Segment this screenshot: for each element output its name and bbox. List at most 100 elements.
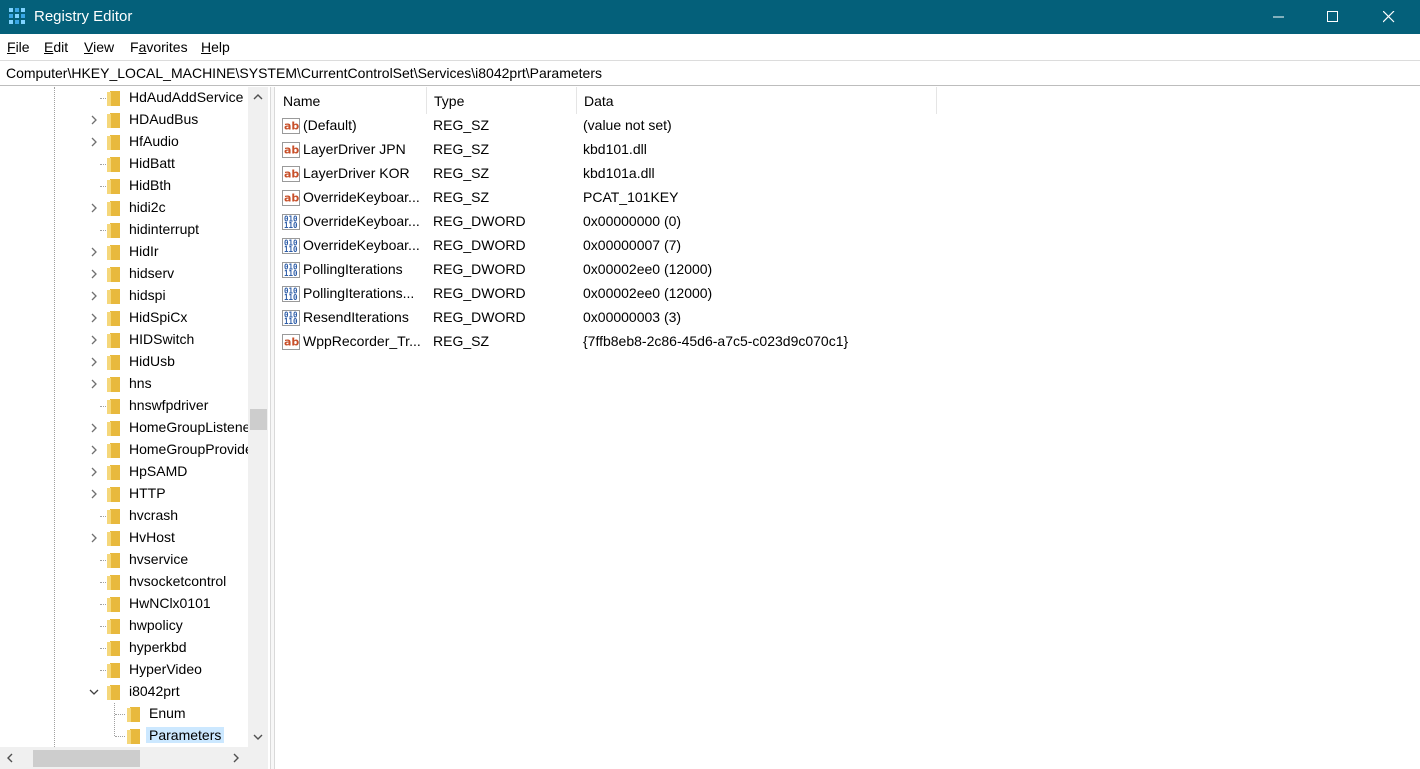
close-button[interactable] (1366, 0, 1412, 34)
tree-item[interactable]: HwNClx0101 (0, 593, 248, 615)
scroll-right-button[interactable] (228, 750, 244, 766)
tree-item-label[interactable]: HidSpiCx (126, 309, 190, 325)
tree-item-label[interactable]: hidspi (126, 287, 169, 303)
expand-chevron-icon[interactable] (89, 335, 99, 345)
expand-chevron-icon[interactable] (89, 445, 99, 455)
tree-item-label[interactable]: HpSAMD (126, 463, 190, 479)
tree-item-label[interactable]: HfAudio (126, 133, 182, 149)
tree-item-label[interactable]: hidinterrupt (126, 221, 202, 237)
menu-favorites[interactable]: Favorites (130, 39, 188, 55)
scroll-up-button[interactable] (250, 89, 266, 105)
tree-horizontal-scroll-thumb[interactable] (33, 750, 140, 767)
value-row[interactable]: 010 110 PollingIterations... REG_DWORD 0x000… (276, 282, 1420, 306)
tree-item[interactable]: HdAudAddService (0, 87, 248, 109)
tree-item-label[interactable]: HvHost (126, 529, 178, 545)
expand-chevron-icon[interactable] (89, 357, 99, 367)
tree-item[interactable]: hvcrash (0, 505, 248, 527)
tree-item-label[interactable]: hns (126, 375, 155, 391)
tree-item-label[interactable]: HDAudBus (126, 111, 201, 127)
value-row[interactable]: ab OverrideKeyboar... REG_SZ PCAT_101KEY (276, 186, 1420, 210)
tree-item[interactable]: Parameters (0, 725, 248, 747)
menu-view[interactable]: View (84, 39, 114, 55)
tree-item-label[interactable]: hvsocketcontrol (126, 573, 229, 589)
address-path[interactable]: Computer\HKEY_LOCAL_MACHINE\SYSTEM\Curre… (6, 65, 602, 81)
scroll-left-button[interactable] (2, 750, 18, 766)
menu-file[interactable]: File (7, 39, 30, 55)
tree-item[interactable]: HyperVideo (0, 659, 248, 681)
tree-item[interactable]: HidIr (0, 241, 248, 263)
tree-item[interactable]: HidUsb (0, 351, 248, 373)
address-bar[interactable]: Computer\HKEY_LOCAL_MACHINE\SYSTEM\Curre… (0, 60, 1420, 86)
scroll-down-button[interactable] (250, 729, 266, 745)
tree-item-label[interactable]: HidBatt (126, 155, 178, 171)
tree-item-label[interactable]: hwpolicy (126, 617, 186, 633)
tree-vertical-scrollbar[interactable] (248, 87, 268, 747)
tree-item[interactable]: hnswfpdriver (0, 395, 248, 417)
expand-chevron-icon[interactable] (89, 467, 99, 477)
tree-item[interactable]: HidBth (0, 175, 248, 197)
column-header-type[interactable]: Type (427, 87, 577, 114)
expand-chevron-icon[interactable] (89, 489, 99, 499)
tree-item[interactable]: HidBatt (0, 153, 248, 175)
tree-item[interactable]: hyperkbd (0, 637, 248, 659)
maximize-button[interactable] (1310, 0, 1356, 34)
value-row[interactable]: ab LayerDriver KOR REG_SZ kbd101a.dll (276, 162, 1420, 186)
expand-chevron-icon[interactable] (89, 269, 99, 279)
tree-item[interactable]: hwpolicy (0, 615, 248, 637)
tree-item[interactable]: HvHost (0, 527, 248, 549)
tree-item[interactable]: HidSpiCx (0, 307, 248, 329)
tree-item[interactable]: HDAudBus (0, 109, 248, 131)
menu-edit[interactable]: Edit (44, 39, 68, 55)
value-row[interactable]: 010 110 ResendIterations REG_DWORD 0x0000000… (276, 306, 1420, 330)
tree-item-label-selected[interactable]: Parameters (146, 727, 225, 743)
tree-item[interactable]: hidinterrupt (0, 219, 248, 241)
tree-item[interactable]: HfAudio (0, 131, 248, 153)
value-row[interactable]: 010 110 OverrideKeyboar... REG_DWORD 0x00000… (276, 210, 1420, 234)
expand-chevron-icon[interactable] (89, 423, 99, 433)
tree-item[interactable]: HpSAMD (0, 461, 248, 483)
column-header-data[interactable]: Data (577, 87, 937, 114)
tree-item-label[interactable]: HidUsb (126, 353, 178, 369)
tree-item-label[interactable]: HyperVideo (126, 661, 205, 677)
expand-chevron-icon[interactable] (89, 533, 99, 543)
tree-item-label[interactable]: hnswfpdriver (126, 397, 211, 413)
pane-splitter[interactable] (270, 87, 275, 769)
tree-item-label[interactable]: hvcrash (126, 507, 181, 523)
tree-item-label[interactable]: HidBth (126, 177, 174, 193)
tree-item-label[interactable]: hvservice (126, 551, 191, 567)
tree-item-label[interactable]: HwNClx0101 (126, 595, 214, 611)
tree-item[interactable]: hvservice (0, 549, 248, 571)
tree-item[interactable]: HomeGroupProvider (0, 439, 248, 461)
value-row[interactable]: ab WppRecorder_Tr... REG_SZ {7ffb8eb8-2c86-… (276, 330, 1420, 354)
tree-item[interactable]: hvsocketcontrol (0, 571, 248, 593)
expand-chevron-icon[interactable] (89, 203, 99, 213)
expand-chevron-icon[interactable] (89, 379, 99, 389)
expand-chevron-icon[interactable] (89, 247, 99, 257)
tree-item-label[interactable]: HdAudAddService (126, 89, 246, 105)
collapse-chevron-icon[interactable] (89, 687, 99, 697)
expand-chevron-icon[interactable] (89, 137, 99, 147)
tree-item[interactable]: HIDSwitch (0, 329, 248, 351)
tree-item[interactable]: hns (0, 373, 248, 395)
value-row[interactable]: 010 110 OverrideKeyboar... REG_DWORD 0x00000… (276, 234, 1420, 258)
tree-item[interactable]: hidi2c (0, 197, 248, 219)
value-row[interactable]: 010 110 PollingIterations REG_DWORD 0x00002e… (276, 258, 1420, 282)
value-row[interactable]: ab (Default) REG_SZ (value not set) (276, 114, 1420, 138)
tree-item-label[interactable]: i8042prt (126, 683, 183, 699)
expand-chevron-icon[interactable] (89, 291, 99, 301)
tree-item[interactable]: hidspi (0, 285, 248, 307)
expand-chevron-icon[interactable] (89, 313, 99, 323)
tree-item-label[interactable]: HidIr (126, 243, 162, 259)
menu-help[interactable]: Help (201, 39, 230, 55)
expand-chevron-icon[interactable] (89, 115, 99, 125)
tree-item-label[interactable]: hyperkbd (126, 639, 190, 655)
tree-vertical-scroll-thumb[interactable] (250, 409, 267, 430)
tree-item[interactable]: HTTP (0, 483, 248, 505)
tree-item-label[interactable]: HomeGroupProvider (126, 441, 248, 457)
tree-horizontal-scrollbar[interactable] (0, 747, 268, 769)
value-row[interactable]: ab LayerDriver JPN REG_SZ kbd101.dll (276, 138, 1420, 162)
tree-item-label[interactable]: hidserv (126, 265, 177, 281)
tree-item-label[interactable]: hidi2c (126, 199, 169, 215)
tree-item[interactable]: i8042prt (0, 681, 248, 703)
minimize-button[interactable] (1256, 0, 1302, 34)
